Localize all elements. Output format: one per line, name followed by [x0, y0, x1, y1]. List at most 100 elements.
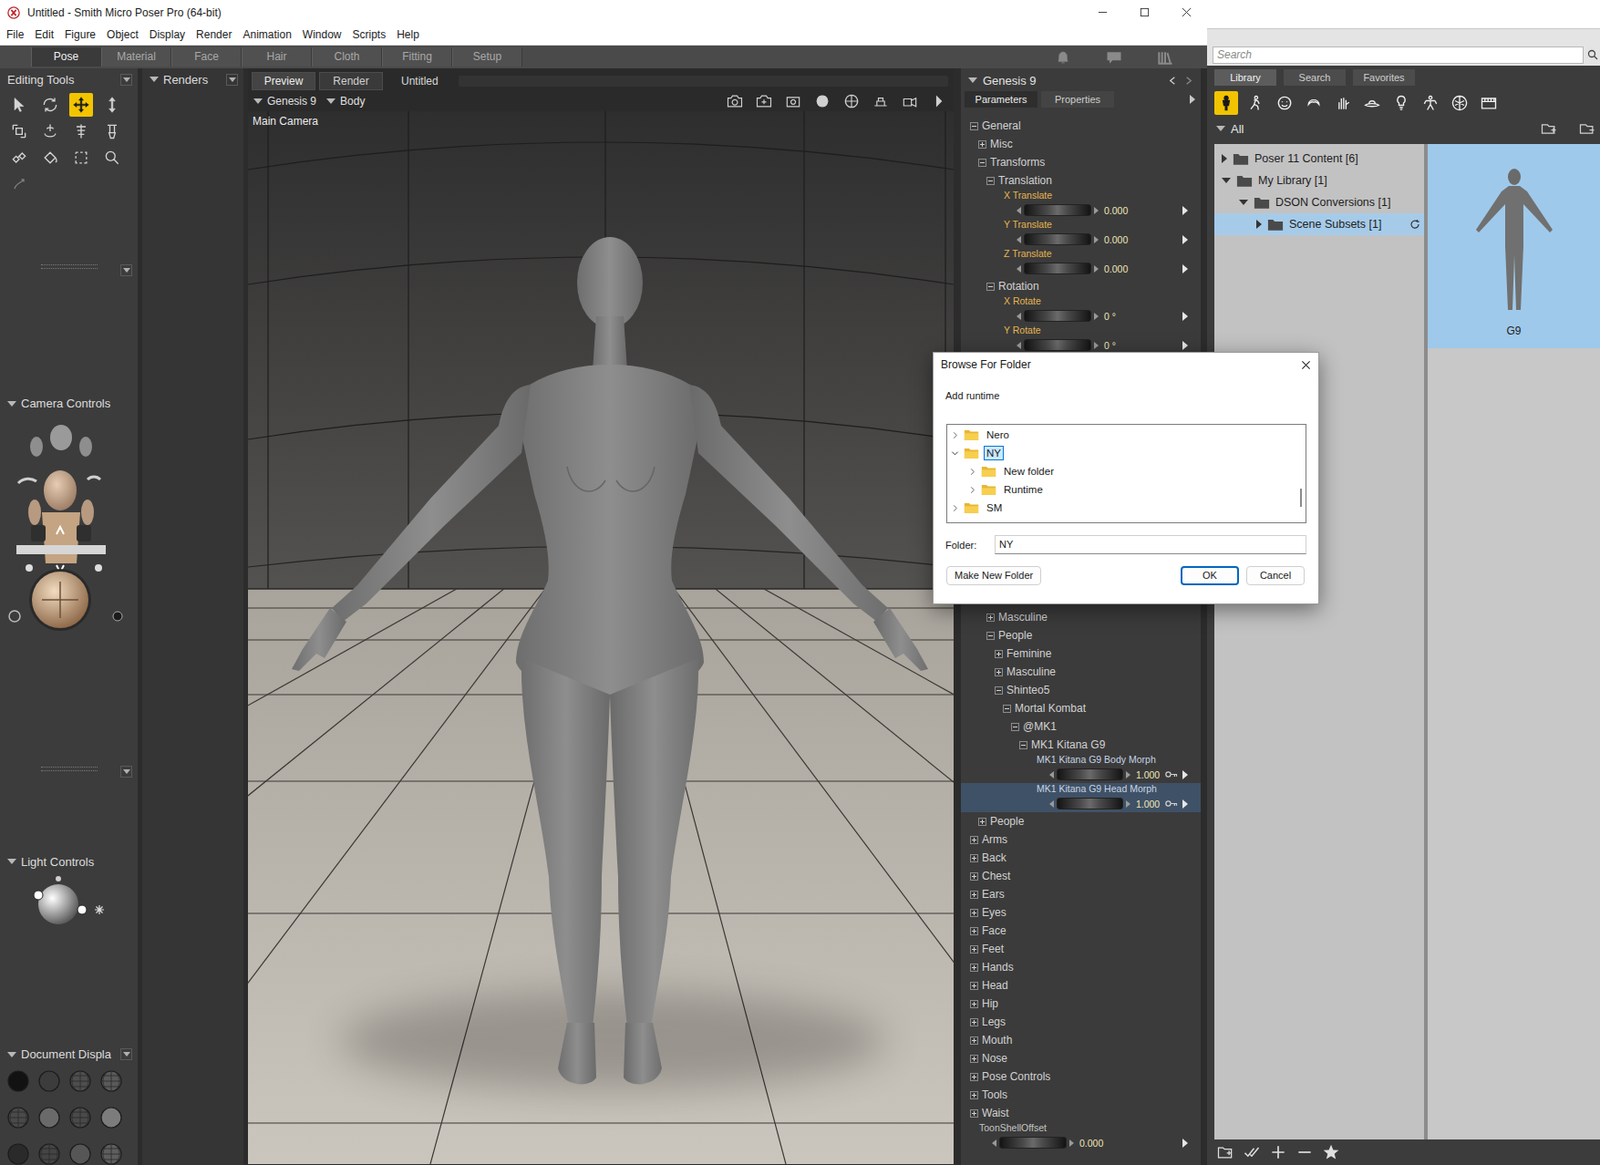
parameter-group[interactable]: General	[960, 116, 1201, 135]
increment-icon[interactable]	[1125, 800, 1131, 808]
parameter-group[interactable]: Tools	[960, 1085, 1201, 1105]
expander-icon[interactable]	[970, 1109, 979, 1118]
parameter-group[interactable]: People	[960, 626, 1201, 645]
room-tab[interactable]: Setup	[452, 47, 523, 67]
parameter-group[interactable]: Feminine	[960, 644, 1201, 663]
expander-icon[interactable]	[1256, 219, 1262, 229]
dial-menu-icon[interactable]	[1182, 206, 1188, 216]
parameter-tab[interactable]: Properties	[1041, 91, 1115, 108]
dial[interactable]	[1023, 339, 1092, 351]
panel-menu-icon[interactable]	[120, 765, 133, 778]
parameter-group[interactable]: Chest	[960, 867, 1201, 886]
parameter-group[interactable]: Shinteo5	[960, 681, 1201, 700]
tool-button[interactable]	[38, 119, 62, 144]
expander-icon[interactable]	[986, 631, 995, 640]
dial[interactable]	[999, 1136, 1067, 1149]
decrement-icon[interactable]	[1049, 771, 1054, 779]
folder-item[interactable]: NY	[947, 443, 1297, 463]
category-button[interactable]	[1243, 91, 1268, 115]
parameter-group[interactable]: MK1 Kitana G9	[960, 735, 1201, 754]
decrement-icon[interactable]	[991, 1139, 997, 1147]
parameter-group[interactable]: Ears	[960, 885, 1201, 904]
expander-icon[interactable]	[970, 122, 979, 131]
expander-icon[interactable]	[986, 176, 995, 186]
tool-button[interactable]	[7, 92, 31, 117]
library-item[interactable]: G9	[1427, 144, 1600, 349]
camera-view-icon[interactable]	[900, 92, 919, 111]
tool-button[interactable]	[100, 119, 124, 144]
dial[interactable]	[1023, 233, 1092, 246]
expander-icon[interactable]	[970, 854, 979, 863]
expander-icon[interactable]	[986, 282, 995, 291]
menu-item[interactable]: Help	[391, 28, 425, 42]
tool-button[interactable]	[69, 92, 93, 117]
display-style-icon[interactable]	[69, 1070, 92, 1093]
parameter-tab[interactable]: Parameters	[964, 91, 1038, 108]
increment-icon[interactable]	[1094, 206, 1099, 215]
3d-viewport[interactable]: Main Camera	[247, 111, 954, 1165]
room-tab[interactable]: Material	[101, 47, 172, 67]
dial[interactable]	[1023, 309, 1092, 322]
increment-icon[interactable]	[1094, 312, 1099, 320]
add-folder-icon[interactable]	[1216, 1143, 1235, 1162]
folder-item[interactable]: Runtime	[947, 480, 1297, 499]
search-field[interactable]: Search	[1212, 46, 1584, 64]
parameter-group[interactable]: Mouth	[960, 1031, 1201, 1050]
dial-value[interactable]: 0.000	[1104, 263, 1128, 275]
collapse-icon[interactable]	[149, 76, 159, 83]
tool-button[interactable]	[69, 145, 93, 170]
parameter-group[interactable]: Translation	[960, 171, 1201, 190]
camera-view-icon[interactable]	[754, 92, 774, 111]
room-tab[interactable]: Face	[171, 47, 242, 67]
camera-view-icon[interactable]	[725, 92, 744, 111]
camera-view-icon[interactable]	[842, 92, 861, 111]
menu-item[interactable]: Render	[190, 28, 238, 42]
dial[interactable]	[1023, 204, 1092, 217]
figure-selector[interactable]: Genesis 9	[267, 94, 317, 108]
parameter-group[interactable]: @MK1	[960, 717, 1201, 736]
panel-menu-icon[interactable]	[120, 264, 133, 277]
search-icon[interactable]	[1587, 49, 1599, 61]
library-icon[interactable]	[1156, 48, 1175, 67]
expander-icon[interactable]	[968, 485, 977, 495]
tool-button[interactable]	[7, 172, 31, 197]
expander-icon[interactable]	[1011, 722, 1020, 732]
panel-menu-icon[interactable]	[226, 73, 238, 86]
parameter-group[interactable]: People	[960, 812, 1201, 831]
dial[interactable]	[1056, 768, 1124, 781]
expander-icon[interactable]	[978, 140, 987, 149]
expander-icon[interactable]	[994, 668, 1003, 677]
expander-icon[interactable]	[950, 504, 960, 513]
display-style-icon[interactable]	[7, 1070, 30, 1093]
expander-icon[interactable]	[978, 158, 987, 167]
category-button[interactable]	[1301, 91, 1326, 115]
key-icon[interactable]	[1165, 799, 1178, 808]
dial-value[interactable]: 0.000	[1104, 205, 1128, 217]
decrement-icon[interactable]	[1016, 312, 1022, 320]
expander-icon[interactable]	[994, 686, 1003, 695]
dial[interactable]	[1023, 262, 1092, 275]
dial[interactable]	[1056, 797, 1124, 810]
parameter-group[interactable]: Masculine	[960, 608, 1201, 627]
parameter-group[interactable]: Misc	[960, 134, 1201, 154]
expander-icon[interactable]	[1221, 154, 1228, 164]
parameter-group[interactable]: Mortal Kombat	[960, 699, 1201, 718]
camera-control-widget[interactable]	[0, 417, 138, 646]
dial-value[interactable]: 1.000	[1135, 769, 1160, 781]
display-style-icon[interactable]	[38, 1070, 61, 1093]
expander-icon[interactable]	[1221, 177, 1231, 184]
library-tab[interactable]: Favorites	[1352, 69, 1415, 86]
figure[interactable]	[291, 237, 929, 1084]
increment-icon[interactable]	[1069, 1139, 1074, 1147]
parameter-group[interactable]: Head	[960, 976, 1201, 995]
bell-icon[interactable]	[1053, 48, 1073, 67]
library-folder[interactable]: Poser 11 Content [6]	[1214, 147, 1425, 170]
parameter-group[interactable]: Masculine	[960, 662, 1201, 682]
panel-menu-icon[interactable]	[120, 1048, 133, 1061]
menu-item[interactable]: Figure	[59, 28, 102, 42]
category-button[interactable]	[1214, 91, 1239, 115]
parameter-dial[interactable]: MK1 Kitana G9 Head Morph1.000	[960, 783, 1201, 813]
parameter-group[interactable]: Waist	[960, 1104, 1201, 1123]
library-tab[interactable]: Library	[1214, 69, 1277, 86]
dialog-button[interactable]: OK	[1180, 566, 1239, 586]
